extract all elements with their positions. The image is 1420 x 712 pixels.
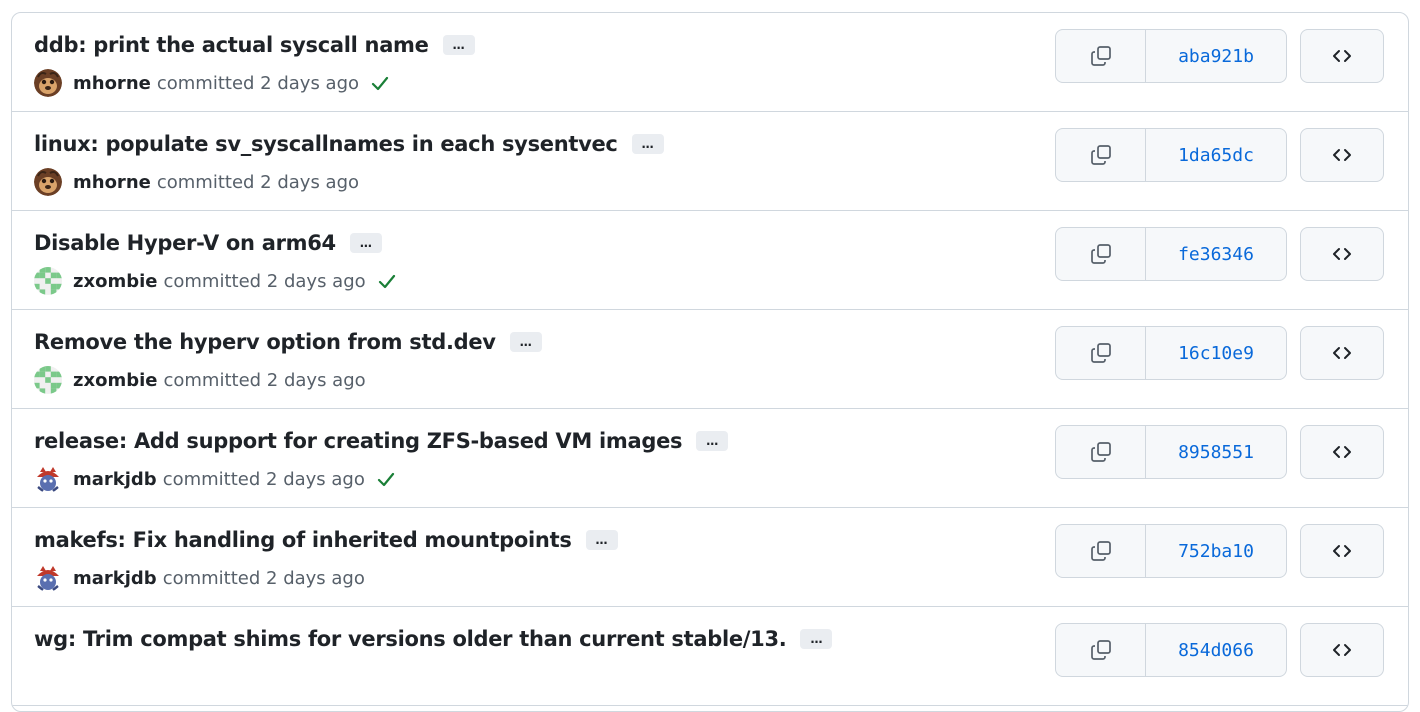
- commit-title-link[interactable]: release: Add support for creating ZFS-ba…: [34, 429, 683, 453]
- commit-title-link[interactable]: ddb: print the actual syscall name: [34, 33, 429, 57]
- code-icon: [1331, 342, 1353, 364]
- browse-repo-button[interactable]: [1300, 524, 1384, 578]
- commit-title-link[interactable]: makefs: Fix handling of inherited mountp…: [34, 528, 572, 552]
- commit-title-link[interactable]: linux: populate sv_syscallnames in each …: [34, 132, 618, 156]
- commit-actions: 854d066: [1055, 623, 1287, 677]
- commit-title-line: linux: populate sv_syscallnames in each …: [34, 130, 664, 158]
- commit-actions: 16c10e9: [1055, 326, 1287, 380]
- copy-icon: [1089, 242, 1113, 266]
- commit-actions: 8958551: [1055, 425, 1287, 479]
- commit-time: committed 2 days ago: [163, 369, 366, 391]
- browse-repo-button[interactable]: [1300, 425, 1384, 479]
- author-link[interactable]: markjdb: [73, 568, 157, 589]
- commit-sha-link[interactable]: 1da65dc: [1146, 129, 1286, 181]
- expand-message-button[interactable]: …: [585, 530, 618, 550]
- copy-sha-button[interactable]: [1056, 30, 1146, 82]
- expand-message-button[interactable]: …: [442, 35, 475, 55]
- author-link[interactable]: markjdb: [73, 469, 157, 490]
- browse-repo-button[interactable]: [1300, 29, 1384, 83]
- commit-actions: 1da65dc: [1055, 128, 1287, 182]
- author-link[interactable]: mhorne: [73, 172, 151, 193]
- author-avatar[interactable]: [34, 69, 62, 97]
- commit-title-line: Disable Hyper-V on arm64 …: [34, 229, 382, 257]
- browse-repo-button[interactable]: [1300, 326, 1384, 380]
- commit-title-line: ddb: print the actual syscall name …: [34, 31, 475, 59]
- author-link[interactable]: zxombie: [73, 271, 157, 292]
- commit-title-line: wg: Trim compat shims for versions older…: [34, 625, 833, 653]
- commit-meta: zxombie committed 2 days ago: [34, 366, 366, 394]
- commit-time: committed 2 days ago: [156, 72, 360, 94]
- check-icon[interactable]: [376, 270, 398, 292]
- commit-sha-link[interactable]: 8958551: [1146, 426, 1286, 478]
- copy-icon: [1089, 44, 1113, 68]
- commit-actions: fe36346: [1055, 227, 1287, 281]
- author-avatar[interactable]: [34, 168, 62, 196]
- expand-message-button[interactable]: …: [631, 134, 664, 154]
- commit-meta: markjdb committed 2 days ago: [34, 465, 397, 493]
- commit-row: release: Add support for creating ZFS-ba…: [12, 409, 1408, 508]
- commit-actions: aba921b: [1055, 29, 1287, 83]
- commit-sha-link[interactable]: 16c10e9: [1146, 327, 1286, 379]
- expand-message-button[interactable]: …: [696, 431, 729, 451]
- author-avatar[interactable]: [34, 366, 62, 394]
- commit-time: committed 2 days ago: [163, 270, 366, 292]
- commit-title-link[interactable]: Disable Hyper-V on arm64: [34, 231, 336, 255]
- commit-time: committed 2 days ago: [162, 468, 365, 490]
- commit-sha-link[interactable]: aba921b: [1146, 30, 1286, 82]
- check-icon[interactable]: [375, 468, 397, 490]
- author-link[interactable]: mhorne: [73, 73, 151, 94]
- commit-list: ddb: print the actual syscall name … mhorn…: [11, 12, 1409, 712]
- commit-meta: mhorne committed 2 days ago: [34, 168, 359, 196]
- commit-time: committed 2 days ago: [156, 171, 360, 193]
- commit-meta: markjdb committed 2 days ago: [34, 564, 365, 592]
- author-avatar[interactable]: [34, 465, 62, 493]
- commit-title-line: makefs: Fix handling of inherited mountp…: [34, 526, 618, 554]
- copy-icon: [1089, 539, 1113, 563]
- commit-row: Disable Hyper-V on arm64 … zxombie committe…: [12, 211, 1408, 310]
- commit-row: ddb: print the actual syscall name … mhorn…: [12, 13, 1408, 112]
- author-link[interactable]: zxombie: [73, 370, 157, 391]
- expand-message-button[interactable]: …: [800, 629, 833, 649]
- commit-actions: 752ba10: [1055, 524, 1287, 578]
- commit-title-line: Remove the hyperv option from std.dev …: [34, 328, 542, 356]
- commit-row: linux: populate sv_syscallnames in each …: [12, 112, 1408, 211]
- copy-sha-button[interactable]: [1056, 624, 1146, 676]
- code-icon: [1331, 441, 1353, 463]
- copy-sha-button[interactable]: [1056, 228, 1146, 280]
- copy-icon: [1089, 638, 1113, 662]
- code-icon: [1331, 45, 1353, 67]
- commit-row: Remove the hyperv option from std.dev … zx…: [12, 310, 1408, 409]
- commit-row: wg: Trim compat shims for versions older…: [12, 607, 1408, 706]
- commit-meta: zxombie committed 2 days ago: [34, 267, 398, 295]
- commit-title-link[interactable]: Remove the hyperv option from std.dev: [34, 330, 496, 354]
- commit-row: makefs: Fix handling of inherited mountp…: [12, 508, 1408, 607]
- commit-title-link[interactable]: wg: Trim compat shims for versions older…: [34, 627, 787, 651]
- commit-meta: mhorne committed 2 days ago: [34, 69, 391, 97]
- copy-icon: [1089, 341, 1113, 365]
- code-icon: [1331, 540, 1353, 562]
- code-icon: [1331, 243, 1353, 265]
- commit-time: committed 2 days ago: [162, 567, 365, 589]
- browse-repo-button[interactable]: [1300, 128, 1384, 182]
- check-icon[interactable]: [369, 72, 391, 94]
- commit-sha-link[interactable]: 752ba10: [1146, 525, 1286, 577]
- commit-sha-link[interactable]: 854d066: [1146, 624, 1286, 676]
- browse-repo-button[interactable]: [1300, 623, 1384, 677]
- copy-sha-button[interactable]: [1056, 426, 1146, 478]
- browse-repo-button[interactable]: [1300, 227, 1384, 281]
- copy-sha-button[interactable]: [1056, 129, 1146, 181]
- copy-sha-button[interactable]: [1056, 525, 1146, 577]
- commit-sha-link[interactable]: fe36346: [1146, 228, 1286, 280]
- author-avatar[interactable]: [34, 564, 62, 592]
- code-icon: [1331, 144, 1353, 166]
- copy-sha-button[interactable]: [1056, 327, 1146, 379]
- expand-message-button[interactable]: …: [509, 332, 542, 352]
- code-icon: [1331, 639, 1353, 661]
- author-avatar[interactable]: [34, 267, 62, 295]
- copy-icon: [1089, 143, 1113, 167]
- expand-message-button[interactable]: …: [349, 233, 382, 253]
- copy-icon: [1089, 440, 1113, 464]
- commit-title-line: release: Add support for creating ZFS-ba…: [34, 427, 729, 455]
